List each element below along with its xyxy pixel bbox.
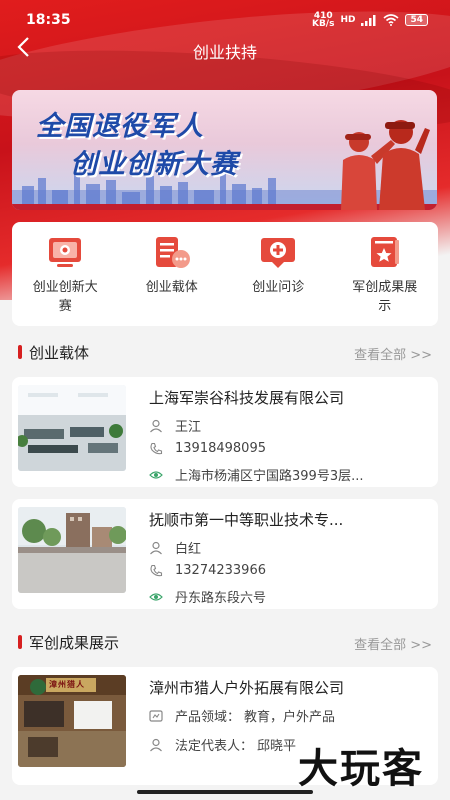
signal-icon [361,14,376,26]
contact-phone[interactable]: 13918498095 [175,441,266,456]
status-bar: 18:35 410 KB/s HD 54 [0,0,450,40]
address-text: 丹东路东段六号 [175,591,267,606]
section-accent-bar [18,635,22,649]
store-photo: 漳州猎人 [18,675,126,767]
location-icon [149,470,163,479]
phone-icon [150,564,163,576]
phone-row: 13274233966 [149,563,266,578]
menu-label: 创业载体 [145,280,198,295]
school-photo [18,507,126,593]
address-row: 丹东路东段六号 [149,587,425,606]
home-indicator[interactable] [137,790,313,794]
field-row: 产品领域： 教育，户外产品 [149,706,335,725]
menu-item-competition[interactable]: 创业创新大赛 [12,222,119,326]
section-accent-bar [18,345,22,359]
carrier-icon [155,237,190,268]
phone-icon [150,442,163,454]
representative-label: 法定代表人： [175,739,254,754]
banner-line-1: 全国退役军人 [36,111,204,142]
section-title: 创业载体 [29,344,90,362]
office-photo [18,385,126,471]
contact-name: 王江 [175,420,202,435]
wifi-icon [383,14,399,26]
address-text: 上海市杨浦区宁国路399号3层... [175,469,364,484]
menu-item-carrier[interactable]: 创业载体 [119,222,226,326]
status-time: 18:35 [26,12,71,28]
feature-menu: 创业创新大赛 创业载体 创业问诊 军创成果展示 [12,222,438,326]
view-all-link[interactable]: 查看全部 >> [354,634,432,653]
menu-item-achievement[interactable]: 军创成果展示 [332,222,439,326]
battery-icon: 54 [405,14,428,26]
location-icon [149,592,163,601]
view-all-link[interactable]: 查看全部 >> [354,344,432,363]
menu-label: 创业创新大赛 [32,280,98,314]
contact-phone[interactable]: 13274233966 [175,563,266,578]
menu-label: 军创成果展示 [352,280,418,314]
representative-row: 法定代表人： 邱晓平 [149,735,296,754]
section-title: 军创成果展示 [29,634,120,652]
achievement-icon [370,237,399,267]
field-label: 产品领域： [175,710,241,725]
contact-name: 白红 [175,542,202,557]
net-speed: 410 KB/s [311,12,335,29]
soldiers-saluting-image [341,120,430,210]
person-icon [150,738,162,751]
net-speed-unit: KB/s [311,19,335,29]
company-name: 抚顺市第一中等职业技术专... [149,511,344,529]
banner-line-2: 创业创新大赛 [70,149,238,180]
phone-row: 13918498095 [149,441,266,456]
page-title: 创业扶持 [192,43,257,62]
status-icons: 410 KB/s HD 54 [311,12,428,29]
competition-banner[interactable]: 全国退役军人 创业创新大赛 [12,90,437,210]
representative-value: 邱晓平 [257,739,297,754]
consult-icon [261,238,296,268]
store-sign-text: 漳州猎人 [49,680,85,689]
field-value: 教育，户外产品 [244,710,336,725]
company-name: 漳州市猎人户外拓展有限公司 [149,679,345,697]
person-icon [150,419,162,432]
category-icon [149,709,163,722]
carrier-card[interactable]: 上海军崇谷科技发展有限公司 王江 13918498095 上海市杨浦区宁国路39… [12,377,438,487]
competition-icon [49,238,82,267]
menu-item-consult[interactable]: 创业问诊 [225,222,332,326]
contact-row: 王江 [149,416,201,435]
watermark-logo: 大玩客 [298,746,424,792]
contact-row: 白红 [149,538,201,557]
section-header-achievement: 军创成果展示 查看全部 >> [12,630,438,654]
network-type: HD [340,15,356,25]
carrier-card[interactable]: 抚顺市第一中等职业技术专... 白红 13274233966 丹东路东段六号 [12,499,438,609]
section-header-carrier: 创业载体 查看全部 >> [12,340,438,364]
address-row: 上海市杨浦区宁国路399号3层... [149,465,425,484]
company-name: 上海军崇谷科技发展有限公司 [149,389,345,407]
menu-label: 创业问诊 [252,280,305,295]
person-icon [150,541,162,554]
nav-bar: 创业扶持 [0,36,450,62]
